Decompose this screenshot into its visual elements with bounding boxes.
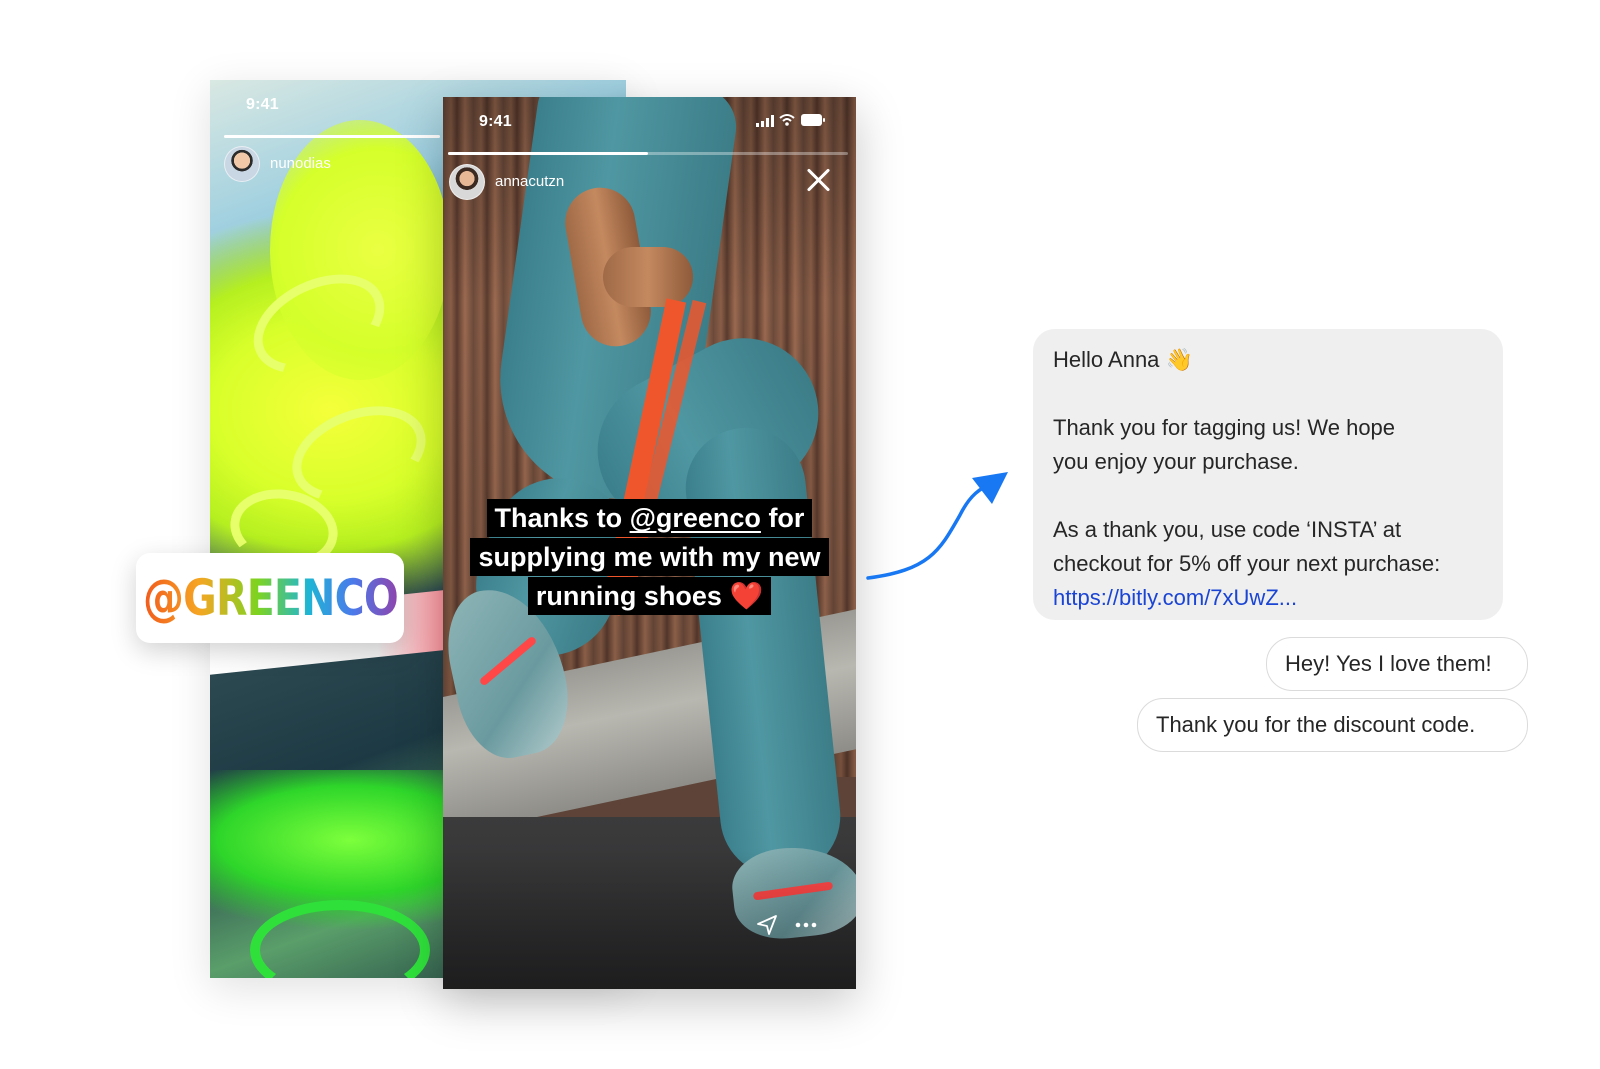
- bottom-fade: [443, 849, 856, 989]
- avatar[interactable]: [449, 164, 485, 200]
- message-text: Thank you for tagging us! We hope: [1053, 415, 1396, 440]
- caption-line-2: supplying me with my new: [443, 538, 856, 576]
- close-icon[interactable]: [805, 167, 831, 193]
- wifi-icon: [779, 114, 795, 126]
- more-icon[interactable]: [795, 921, 817, 929]
- flow-arrow-icon: [866, 472, 1008, 580]
- story-username[interactable]: nunodias: [270, 155, 331, 172]
- outgoing-message-bubble: Hey! Yes I love them!: [1266, 637, 1528, 691]
- caption-line-3: running shoes ❤️: [443, 577, 856, 615]
- sticker-text: @GREENCO: [142, 569, 399, 627]
- battery-icon: [801, 114, 825, 126]
- caption-text: Thanks to: [494, 503, 630, 533]
- status-time: 9:41: [479, 113, 512, 130]
- caption-mention-link[interactable]: @greenco: [630, 503, 761, 533]
- caption-text: for: [760, 503, 805, 533]
- signal-icon: [756, 115, 774, 127]
- message-greeting: Hello Anna 👋: [1053, 347, 1193, 372]
- story-front-card[interactable]: 9:41 annacutzn Thanks to @greenco for su…: [443, 97, 856, 989]
- mention-sticker[interactable]: @GREENCO: [136, 553, 404, 643]
- story-username[interactable]: annacutzn: [495, 173, 564, 190]
- caption-line-1: Thanks to @greenco for: [443, 499, 856, 537]
- story-progress-fill: [224, 135, 440, 138]
- caption-text: running shoes: [535, 581, 722, 611]
- hand: [603, 247, 693, 307]
- status-time: 9:41: [246, 96, 279, 113]
- avatar[interactable]: [224, 146, 260, 182]
- heart-icon: ❤️: [729, 581, 764, 611]
- caption-text: supplying me with my new: [470, 538, 829, 576]
- outgoing-message-bubble: Thank you for the discount code.: [1137, 698, 1528, 752]
- discount-link[interactable]: https://bitly.com/7xUwZ...: [1053, 581, 1483, 615]
- message-text: you enjoy your purchase.: [1053, 449, 1299, 474]
- incoming-message-bubble: Hello Anna 👋 Thank you for tagging us! W…: [1033, 329, 1503, 620]
- send-icon[interactable]: [756, 914, 778, 936]
- story-progress-bar: [448, 152, 848, 155]
- story-progress-bar: [224, 135, 440, 138]
- story-progress-fill: [448, 152, 648, 155]
- message-text: checkout for 5% off your next purchase:: [1053, 551, 1441, 576]
- message-text: As a thank you, use code ‘INSTA’ at: [1053, 517, 1402, 542]
